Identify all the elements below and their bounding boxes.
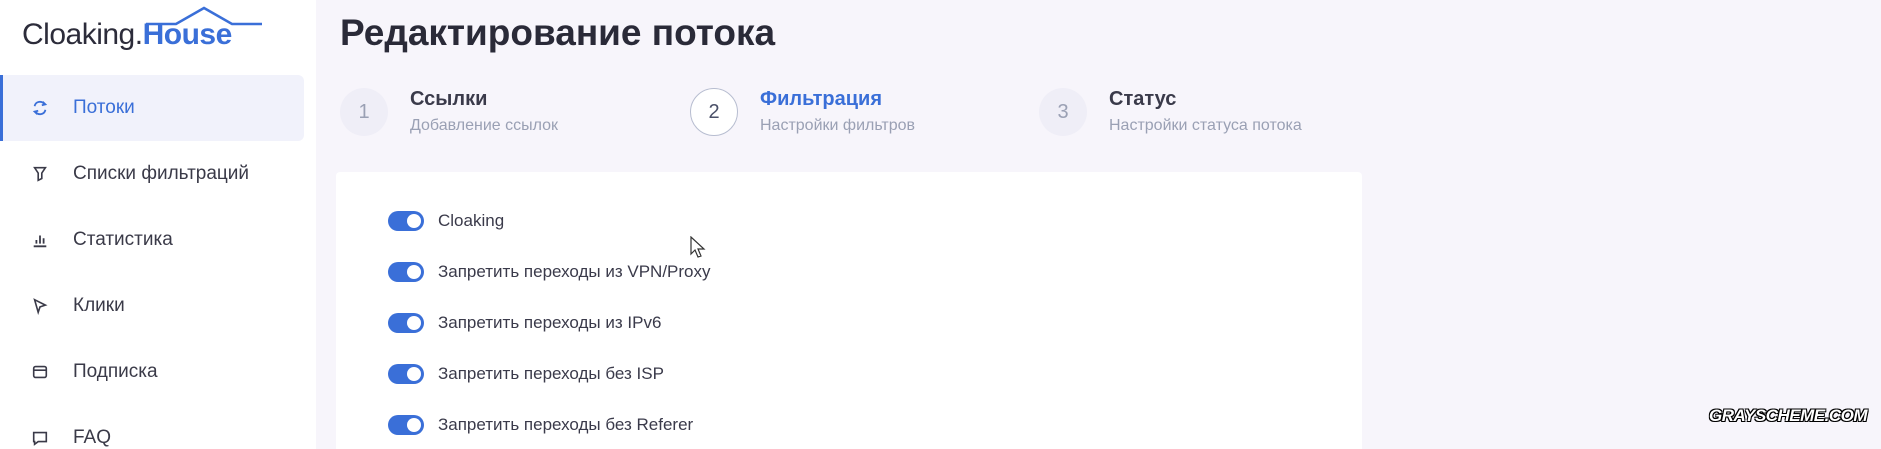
toggle-label: Запретить переходы из IPv6	[438, 313, 662, 332]
toggle-label: Запретить переходы без Referer	[438, 415, 694, 434]
sidebar-item-clicks[interactable]: Клики	[0, 273, 316, 339]
page-title: Редактирование потока	[340, 12, 776, 53]
block-ipv6-toggle[interactable]	[388, 313, 424, 333]
step-number: 1	[340, 88, 388, 136]
step-number: 2	[690, 88, 738, 136]
step-subtitle: Добавление ссылок	[410, 117, 559, 134]
sidebar-item-label: FAQ	[73, 427, 112, 448]
filter-icon	[30, 164, 50, 184]
filter-row: Cloaking	[388, 211, 504, 231]
block-vpn-proxy-toggle[interactable]	[388, 262, 424, 282]
toggle-label: Cloaking	[438, 211, 505, 230]
step-title: Ссылки	[410, 88, 488, 110]
filter-settings-card: Cloaking Запретить переходы из VPN/Proxy…	[336, 172, 1362, 449]
card-icon	[30, 362, 50, 382]
sidebar: Cloaking.House Потоки Списки фильтраций …	[0, 0, 316, 449]
step-number: 3	[1039, 88, 1087, 136]
cloaking-toggle[interactable]	[388, 211, 424, 231]
cursor-click-icon	[30, 296, 50, 316]
step-subtitle: Настройки фильтров	[760, 117, 916, 134]
main-content: Редактирование потока 1 Ссылки Добавлени…	[316, 0, 1881, 449]
step-title: Фильтрация	[760, 88, 883, 110]
logo-text: Cloaking.	[22, 18, 143, 51]
mouse-pointer-icon	[690, 236, 706, 258]
step-subtitle: Настройки статуса потока	[1109, 117, 1302, 134]
toggle-label: Запретить переходы из VPN/Proxy	[438, 262, 711, 281]
step-filtering[interactable]: 2 Фильтрация Настройки фильтров	[690, 84, 915, 136]
toggle-label: Запретить переходы без ISP	[438, 364, 664, 383]
filter-row: Запретить переходы без Referer	[388, 415, 693, 435]
sidebar-item-subscription[interactable]: Подписка	[0, 339, 316, 405]
step-title: Статус	[1109, 88, 1177, 110]
sidebar-nav: Потоки Списки фильтраций Статистика Клик…	[0, 75, 316, 449]
sidebar-item-faq[interactable]: FAQ	[0, 405, 316, 449]
bar-chart-icon	[30, 230, 50, 250]
sidebar-item-label: Списки фильтраций	[73, 163, 250, 184]
sidebar-item-label: Клики	[73, 295, 125, 316]
sidebar-item-label: Подписка	[73, 361, 158, 382]
sidebar-item-label: Потоки	[73, 97, 135, 118]
refresh-icon	[30, 98, 50, 118]
watermark: GRAYSCHEME.COM	[1709, 406, 1867, 425]
sidebar-item-label: Статистика	[73, 229, 173, 250]
filter-row: Запретить переходы из VPN/Proxy	[388, 262, 711, 282]
filter-row: Запретить переходы без ISP	[388, 364, 664, 384]
block-no-isp-toggle[interactable]	[388, 364, 424, 384]
sidebar-item-flows[interactable]: Потоки	[0, 75, 304, 141]
filter-row: Запретить переходы из IPv6	[388, 313, 661, 333]
sidebar-item-statistics[interactable]: Статистика	[0, 207, 316, 273]
logo-roof-icon	[146, 6, 262, 26]
chat-icon	[30, 428, 50, 448]
stepper: 1 Ссылки Добавление ссылок 2 Фильтрация …	[340, 84, 1340, 144]
sidebar-item-filter-lists[interactable]: Списки фильтраций	[0, 141, 316, 207]
step-status[interactable]: 3 Статус Настройки статуса потока	[1039, 84, 1302, 136]
step-links[interactable]: 1 Ссылки Добавление ссылок	[340, 84, 558, 136]
block-no-referer-toggle[interactable]	[388, 415, 424, 435]
